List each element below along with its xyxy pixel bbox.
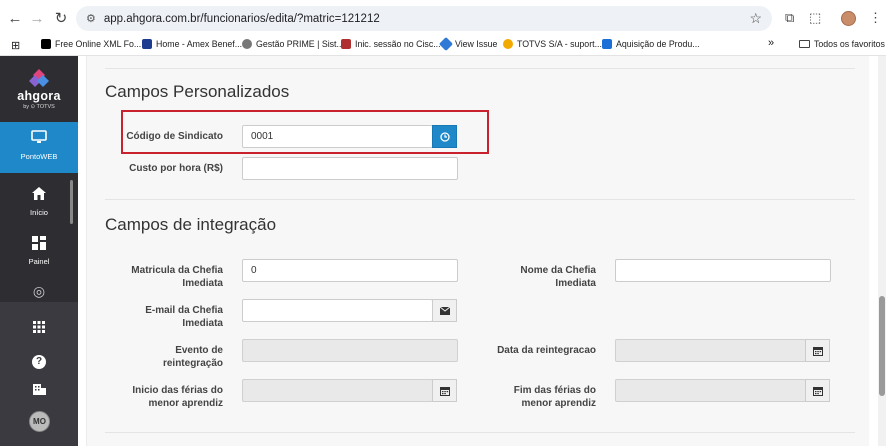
fim-ferias-input <box>615 379 806 402</box>
all-bookmarks-button[interactable]: Todos os favoritos <box>799 39 885 49</box>
address-bar[interactable]: ⚙ app.ahgora.com.br/funcionarios/edita/?… <box>76 6 772 31</box>
user-avatar[interactable]: MO <box>29 411 50 432</box>
divider <box>105 68 855 69</box>
nome-chefia-input[interactable] <box>615 259 831 282</box>
bookmark-item[interactable]: TOTVS S/A - suport... <box>503 39 602 49</box>
sidebar-item-painel[interactable]: Painel <box>0 236 78 266</box>
divider <box>105 432 855 433</box>
matricula-chefia-input[interactable]: 0 <box>242 259 458 282</box>
inicio-ferias-input <box>242 379 433 402</box>
label-evento-reintegracao: Evento de reintegração <box>162 345 223 369</box>
custo-hora-input[interactable] <box>242 157 458 180</box>
main-area: Campos Personalizados Código de Sindicat… <box>78 56 886 446</box>
back-icon[interactable]: ← <box>4 7 26 29</box>
label-email-chefia: E-mail da Chefia Imediata <box>145 305 223 329</box>
apps-grid-button[interactable] <box>0 320 78 338</box>
data-reintegracao-input <box>615 339 806 362</box>
ahgora-logo[interactable]: ahgora by ⊙ TOTVS <box>0 68 78 110</box>
bookmark-item[interactable]: Aquisição de Produ... <box>602 39 700 49</box>
sidebar-item-label: PontoWEB <box>20 152 58 161</box>
calendar-button[interactable] <box>805 379 830 402</box>
label-fim-ferias: Fim das férias do menor aprendiz <box>513 385 596 409</box>
sidebar-scrollbar[interactable] <box>70 180 73 224</box>
email-chefia-input[interactable] <box>242 299 433 322</box>
browser-toolbar: ← → ↻ ⚙ app.ahgora.com.br/funcionarios/e… <box>0 0 886 36</box>
highlight-box <box>121 110 489 154</box>
bookmark-item[interactable]: Home - Amex Benef... <box>142 39 242 49</box>
bookmark-favicon-icon <box>503 39 513 49</box>
dashboard-icon <box>32 236 46 250</box>
bookmark-item[interactable]: Free Online XML Fo... <box>41 39 141 49</box>
label-custo-hora: Custo por hora (R$) <box>129 163 223 174</box>
sidebar-item-fingerprint[interactable]: ◎ <box>0 283 78 301</box>
help-button[interactable]: ? <box>0 351 78 369</box>
brand-name: ahgora <box>17 89 61 103</box>
bookmark-favicon-icon <box>341 39 351 49</box>
ahgora-logo-mark-icon <box>29 68 49 88</box>
page-scrollbar[interactable] <box>878 56 886 446</box>
profile-avatar-icon[interactable] <box>841 11 856 26</box>
bookmark-item[interactable]: Gestão PRIME | Sist... <box>242 39 344 49</box>
sidebar-item-inicio[interactable]: Início <box>0 186 78 217</box>
sidebar-item-label: Início <box>30 208 48 217</box>
home-icon <box>32 187 46 200</box>
bookmark-favicon-icon <box>438 36 454 52</box>
building-icon <box>32 384 46 395</box>
extensions-icon[interactable]: ⬚ <box>809 10 821 26</box>
calendar-button[interactable] <box>432 379 457 402</box>
bookmark-star-icon[interactable]: ☆ <box>749 10 762 27</box>
reload-icon[interactable]: ↻ <box>50 7 72 29</box>
email-addon <box>432 299 457 322</box>
bookmarks-bar: ⊞ Free Online XML Fo... Home - Amex Bene… <box>0 36 886 56</box>
grid-icon <box>33 321 45 333</box>
label-data-reintegracao: Data da reintegracao <box>497 345 596 356</box>
section-title-integration: Campos de integração <box>105 215 277 234</box>
calendar-icon <box>812 346 823 356</box>
sidebar-item-pontoweb[interactable]: PontoWEB <box>0 122 78 173</box>
menu-kebab-icon[interactable]: ⋮ <box>869 10 882 26</box>
page-scrollbar-thumb[interactable] <box>879 296 885 396</box>
bookmark-item[interactable]: View Issue <box>438 36 497 52</box>
url-text: app.ahgora.com.br/funcionarios/edita/?ma… <box>103 12 380 25</box>
label-nome-chefia: Nome da Chefia Imediata <box>520 265 596 289</box>
bookmarks-overflow-button[interactable]: » <box>768 37 774 49</box>
monitor-icon <box>31 130 47 143</box>
calendar-button[interactable] <box>805 339 830 362</box>
bookmark-favicon-icon <box>602 39 612 49</box>
calendar-icon <box>812 386 823 396</box>
apps-grid-icon[interactable]: ⊞ <box>11 39 20 52</box>
company-button[interactable] <box>0 382 78 400</box>
evento-reintegracao-input <box>242 339 458 362</box>
envelope-icon <box>439 306 450 315</box>
app-sidebar: ahgora by ⊙ TOTVS PontoWEB Início Painel… <box>0 56 78 446</box>
bookmark-favicon-icon <box>142 39 152 49</box>
forward-icon[interactable]: → <box>26 7 48 29</box>
form-panel: Campos Personalizados Código de Sindicat… <box>86 56 869 446</box>
translate-icon[interactable]: ⧉ <box>785 10 794 26</box>
section-title-custom: Campos Personalizados <box>105 82 290 101</box>
calendar-icon <box>439 386 450 396</box>
brand-sub: by ⊙ TOTVS <box>23 104 55 110</box>
sidebar-item-label: Painel <box>28 257 50 266</box>
fingerprint-icon: ◎ <box>32 283 46 299</box>
help-icon: ? <box>32 355 46 369</box>
label-inicio-ferias: Inicio das férias do menor aprendiz <box>132 385 223 409</box>
bookmark-favicon-icon <box>41 39 51 49</box>
site-info-icon[interactable]: ⚙ <box>86 12 96 25</box>
divider <box>105 199 855 200</box>
folder-icon <box>799 40 810 48</box>
bookmark-item[interactable]: Inic. sessão no Cisc... <box>341 39 441 49</box>
label-matricula-chefia: Matricula da Chefia Imediata <box>131 265 223 289</box>
bookmark-favicon-icon <box>242 39 252 49</box>
